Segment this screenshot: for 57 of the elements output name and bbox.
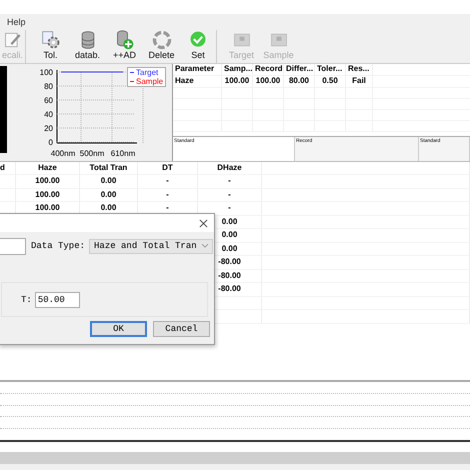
y-tick-label: 0 [48,138,54,147]
column-header: Differ... [284,64,315,75]
toolbar-button[interactable]: Tol. [32,30,69,63]
chart-legend [127,67,166,87]
column-header: Toler... [315,64,346,75]
legend-label: Target [135,68,160,77]
y-tick-label: 80 [44,82,54,91]
close-icon[interactable] [199,218,208,228]
data-type-dropdown[interactable]: Haze and Total Tran [89,238,214,254]
column-header: Res... [346,64,373,75]
table-cell: 0.00 [80,188,138,201]
menu-item[interactable]: Help [7,16,26,26]
input-field[interactable] [0,238,26,254]
table-cell: - [198,188,262,201]
field-label: T: [21,294,32,304]
x-tick-label: 400nm [50,149,76,158]
y-axis: 0 20 40 60 80 100 [40,68,58,147]
table-cell: Fail [346,76,373,87]
table-cell: 100.00 [16,188,80,201]
toolbar-button[interactable]: ++AD [106,30,143,63]
table-cell: 0.00 [80,175,138,188]
table-cell: 80.00 [284,76,315,87]
dialog-button[interactable]: Cancel [153,321,210,337]
toolbar-button[interactable]: datab. [69,30,106,63]
column-header: Total Tran [80,162,138,174]
table-cell: 100.00 [222,76,253,87]
column-header: DT [138,162,198,174]
toolbar-button[interactable]: Delete [143,30,180,63]
y-tick-label: 40 [44,110,54,119]
y-tick-label: 20 [44,124,54,133]
column-header: DHaze [198,162,262,174]
legend-label: Sample [135,77,164,86]
table-cell: 100.00 [253,76,284,87]
toolbar-button[interactable]: Set [180,30,217,63]
table-cell: - [138,175,198,188]
caret-icon [202,244,208,248]
field-label: Data Type: [31,241,86,251]
database-add-icon [114,30,134,50]
table-cell: 100.00 [16,175,80,188]
x-tick-label: 500nm [80,149,105,158]
edit-icon [2,30,22,50]
column-header: d [0,162,16,174]
dialog-button[interactable]: OK [90,321,147,337]
column-header: Samp... [222,64,253,75]
y-tick-label: 60 [44,96,54,105]
column-header: Haze [16,162,80,174]
horizontal-scrollbar[interactable] [0,452,470,464]
column-header: Parameter [173,64,222,75]
column-header: Record [253,64,284,75]
y-tick-label: 100 [40,68,54,77]
recycle-icon [152,30,172,50]
table-cell: Haze [173,76,222,87]
table-cell: 0.50 [315,76,346,87]
table-cell: - [198,175,262,188]
table-cell: - [138,188,198,201]
t-input-field[interactable]: 50.00 [34,292,80,308]
x-tick-label: 610nm [110,149,136,158]
